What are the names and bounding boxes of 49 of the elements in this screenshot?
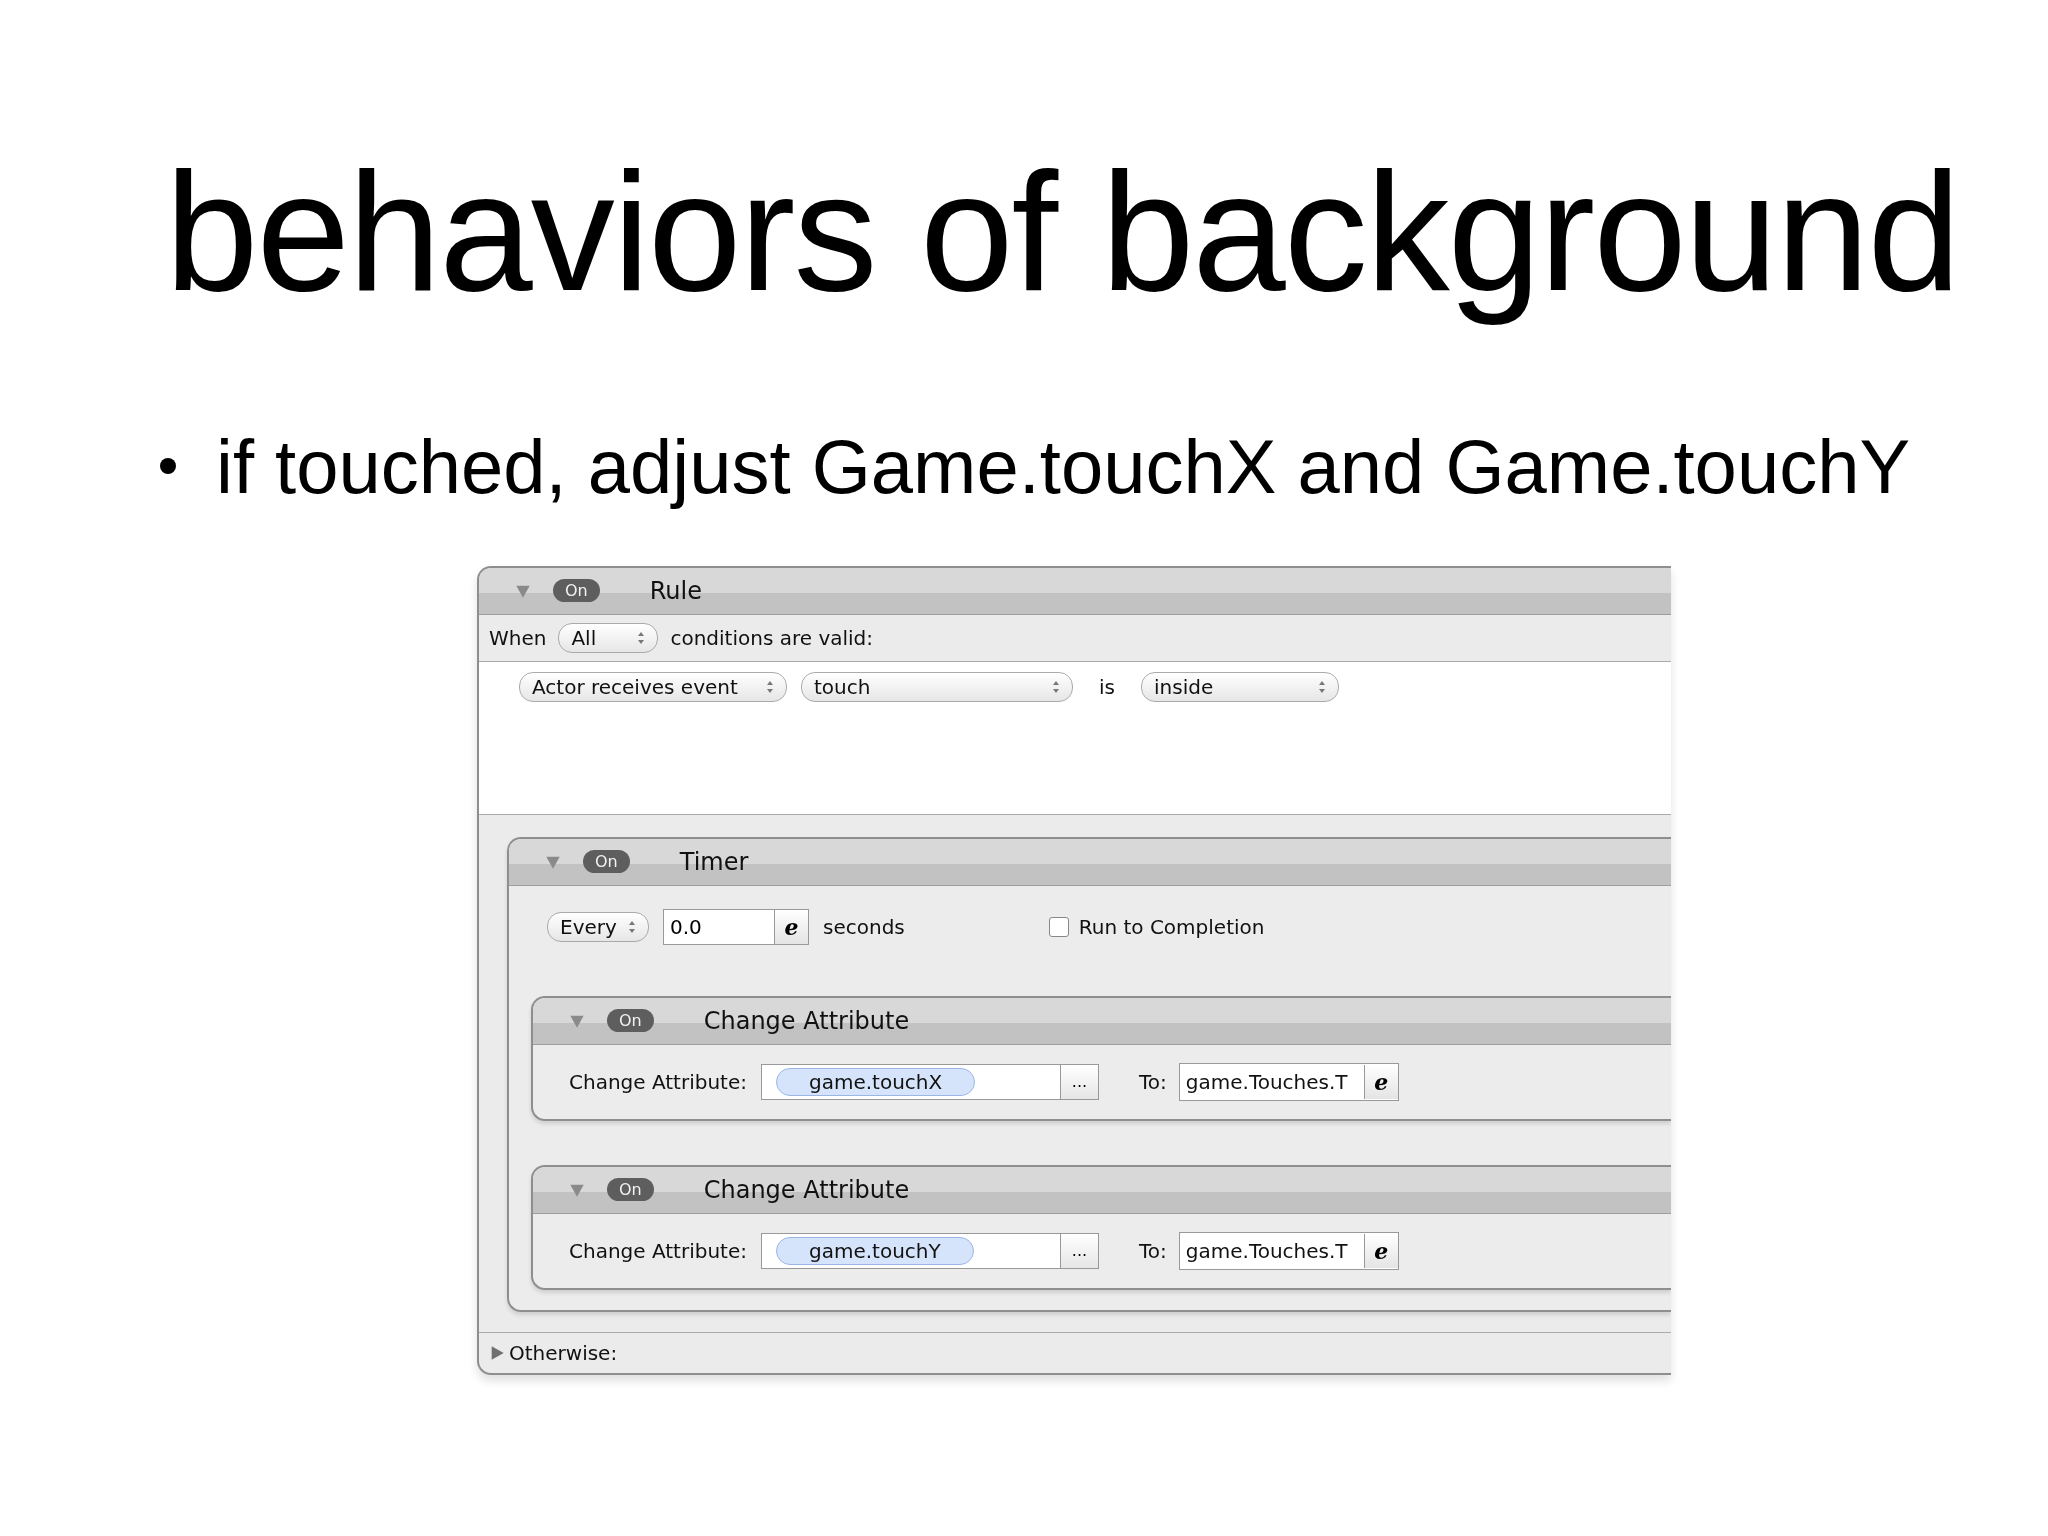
mode-popup[interactable]: Every xyxy=(547,912,649,942)
conditions-label: conditions are valid: xyxy=(670,626,874,650)
updown-arrows-icon xyxy=(637,631,646,645)
unit-label: seconds xyxy=(823,915,905,939)
checkbox[interactable] xyxy=(1048,917,1069,937)
on-toggle[interactable]: On xyxy=(607,1009,654,1033)
event-type-popup[interactable]: touch xyxy=(801,672,1073,702)
slide-title: behaviors of background xyxy=(165,140,1959,325)
rule-title: Rule xyxy=(649,577,702,605)
disclosure-triangle-down-icon[interactable] xyxy=(515,583,531,599)
expression-field[interactable]: game.Touches.T e xyxy=(1178,1232,1399,1270)
browse-button[interactable]: ... xyxy=(1061,1233,1099,1269)
interval-field[interactable]: 0.0 e xyxy=(663,909,809,945)
otherwise-label: Otherwise: xyxy=(509,1341,618,1365)
when-label: When xyxy=(489,626,547,650)
bullet-text: if touched, adjust Game.touchX and Game.touchY xyxy=(216,422,1911,511)
attribute-token: game.touchY xyxy=(776,1237,974,1265)
field-label: Change Attribute: xyxy=(569,1070,747,1094)
updown-arrows-icon xyxy=(766,680,774,694)
action-title: Change Attribute xyxy=(703,1176,910,1204)
browse-button[interactable]: ... xyxy=(1061,1064,1099,1100)
expression-button[interactable]: e xyxy=(774,910,808,944)
attribute-field[interactable]: game.touchY xyxy=(761,1233,1061,1269)
action-title: Change Attribute xyxy=(703,1007,910,1035)
value-popup[interactable]: inside xyxy=(1141,672,1339,702)
disclosure-triangle-down-icon[interactable] xyxy=(569,1013,585,1029)
to-label: To: xyxy=(1139,1070,1167,1094)
field-label: Change Attribute: xyxy=(569,1239,747,1263)
on-toggle[interactable]: On xyxy=(553,579,600,603)
expression-button[interactable]: e xyxy=(1363,1234,1398,1268)
event-popup[interactable]: Actor receives event xyxy=(519,672,787,702)
expression-button[interactable]: e xyxy=(1363,1065,1398,1099)
updown-arrows-icon xyxy=(1052,680,1060,694)
expression-field[interactable]: game.Touches.T e xyxy=(1178,1063,1399,1101)
attribute-token: game.touchX xyxy=(776,1068,976,1096)
to-label: To: xyxy=(1139,1239,1167,1263)
attribute-field[interactable]: game.touchX xyxy=(761,1064,1061,1100)
disclosure-triangle-down-icon[interactable] xyxy=(569,1182,585,1198)
on-toggle[interactable]: On xyxy=(607,1178,654,1202)
checkbox-label: Run to Completion xyxy=(1078,915,1265,939)
bullet-dot xyxy=(160,458,176,475)
updown-arrows-icon xyxy=(628,920,636,934)
match-popup[interactable]: All xyxy=(558,623,659,653)
updown-arrows-icon xyxy=(1318,680,1326,694)
relation-label: is xyxy=(1099,675,1115,699)
disclosure-triangle-right-icon[interactable] xyxy=(489,1345,505,1361)
on-toggle[interactable]: On xyxy=(583,850,630,874)
disclosure-triangle-down-icon[interactable] xyxy=(545,854,561,870)
timer-title: Timer xyxy=(679,848,749,876)
